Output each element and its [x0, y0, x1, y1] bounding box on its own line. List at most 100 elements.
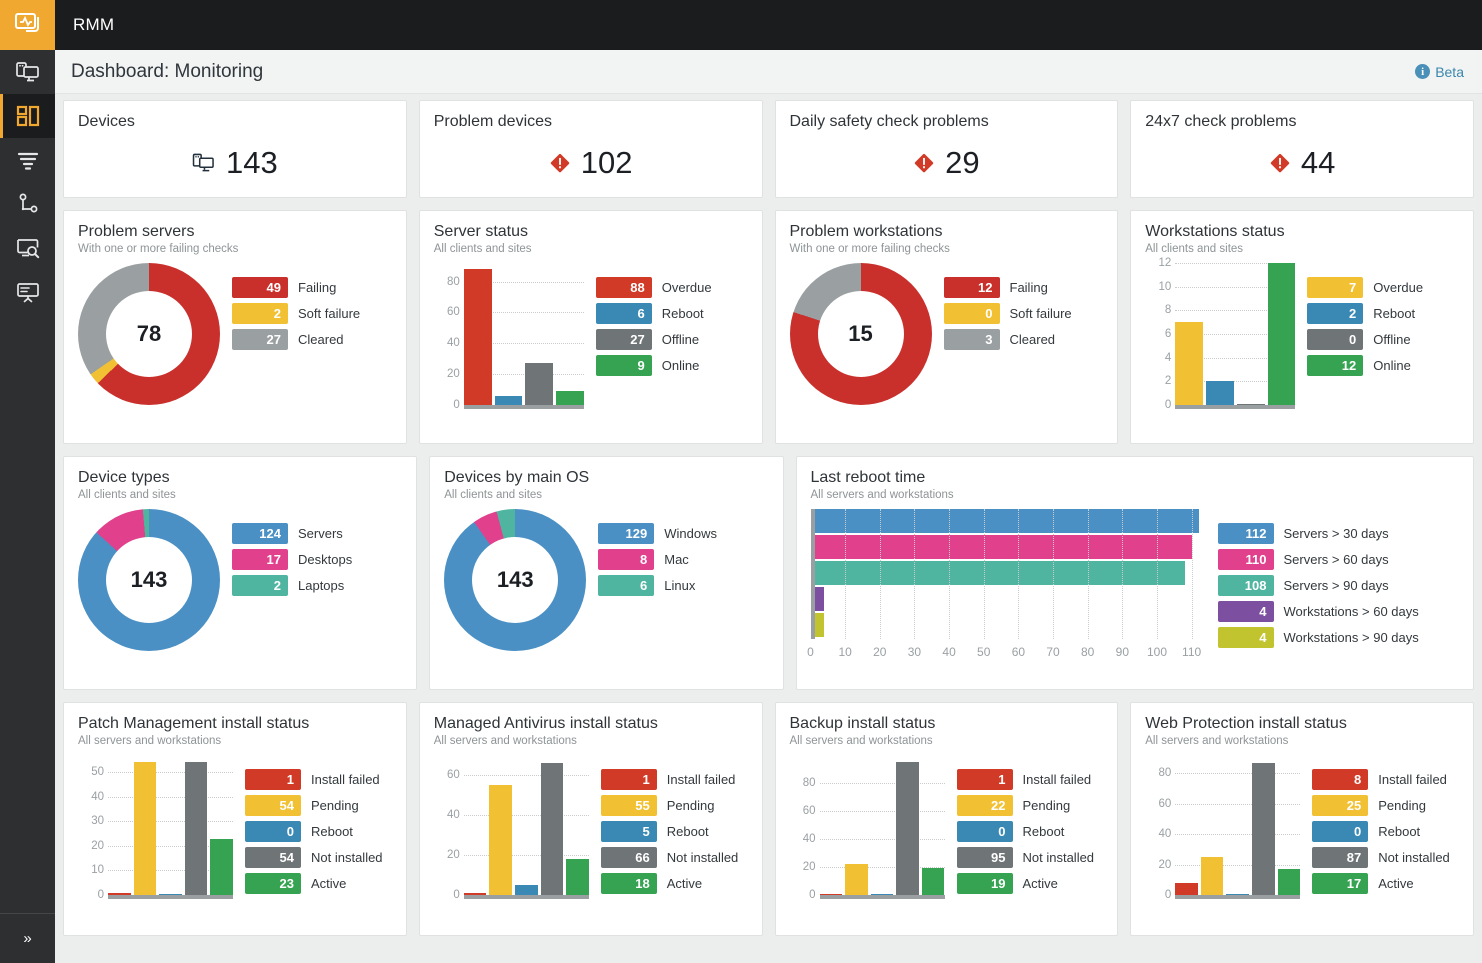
- legend-item[interactable]: 87 Not installed: [1312, 847, 1450, 868]
- legend-item[interactable]: 6 Reboot: [596, 303, 712, 324]
- bar[interactable]: [922, 868, 945, 895]
- donut-chart[interactable]: 78: [78, 263, 220, 405]
- legend-label: Failing: [1010, 280, 1048, 295]
- legend-value: 95: [957, 847, 1013, 868]
- legend-item[interactable]: 23 Active: [245, 873, 383, 894]
- legend-item[interactable]: 17 Desktops: [232, 549, 352, 570]
- sidebar-item-filters[interactable]: [0, 138, 55, 182]
- legend-item[interactable]: 25 Pending: [1312, 795, 1450, 816]
- bar[interactable]: [556, 391, 584, 405]
- bar[interactable]: [134, 762, 157, 895]
- legend-item[interactable]: 9 Online: [596, 355, 712, 376]
- donut-chart[interactable]: 15: [790, 263, 932, 405]
- bar[interactable]: [566, 859, 589, 895]
- legend-item[interactable]: 0 Offline: [1307, 329, 1423, 350]
- legend-item[interactable]: 129 Windows: [598, 523, 717, 544]
- legend-item[interactable]: 12 Failing: [944, 277, 1072, 298]
- legend-item[interactable]: 0 Reboot: [957, 821, 1095, 842]
- legend-item[interactable]: 8 Install failed: [1312, 769, 1450, 790]
- legend-item[interactable]: 66 Not installed: [601, 847, 739, 868]
- monitor-pulse-icon: [15, 13, 41, 37]
- sidebar-item-reports[interactable]: [0, 270, 55, 314]
- donut-chart[interactable]: 143: [444, 509, 586, 651]
- bar[interactable]: [1206, 381, 1234, 405]
- legend-item[interactable]: 49 Failing: [232, 277, 360, 298]
- legend-item[interactable]: 27 Cleared: [232, 329, 360, 350]
- legend-item[interactable]: 2 Laptops: [232, 575, 352, 596]
- bar[interactable]: [845, 864, 868, 895]
- bar[interactable]: [210, 839, 233, 895]
- legend-item[interactable]: 55 Pending: [601, 795, 739, 816]
- legend-item[interactable]: 3 Cleared: [944, 329, 1072, 350]
- bar[interactable]: [489, 785, 512, 895]
- bar-row[interactable]: [811, 509, 1206, 533]
- legend-item[interactable]: 17 Active: [1312, 873, 1450, 894]
- legend-item[interactable]: 5 Reboot: [601, 821, 739, 842]
- bar[interactable]: [464, 269, 492, 405]
- legend-item[interactable]: 1 Install failed: [957, 769, 1095, 790]
- legend-label: Online: [662, 358, 700, 373]
- legend-item[interactable]: 4 Workstations > 60 days: [1218, 601, 1419, 622]
- legend-item[interactable]: 6 Linux: [598, 575, 717, 596]
- bar[interactable]: [515, 885, 538, 895]
- donut-chart[interactable]: 143: [78, 509, 220, 651]
- bar-row[interactable]: [811, 561, 1206, 585]
- legend-value: 4: [1218, 601, 1274, 622]
- legend-item[interactable]: 19 Active: [957, 873, 1095, 894]
- chart-subtitle: With one or more failing checks: [78, 243, 392, 255]
- legend-item[interactable]: 108 Servers > 90 days: [1218, 575, 1419, 596]
- legend-item[interactable]: 54 Not installed: [245, 847, 383, 868]
- legend-item[interactable]: 0 Reboot: [1312, 821, 1450, 842]
- bar-row[interactable]: [811, 587, 1206, 611]
- legend-item[interactable]: 18 Active: [601, 873, 739, 894]
- kpi-card[interactable]: Problem devices 102: [419, 100, 763, 198]
- sidebar-item-search-monitor[interactable]: [0, 226, 55, 270]
- bar[interactable]: [185, 762, 208, 895]
- legend-item[interactable]: 95 Not installed: [957, 847, 1095, 868]
- sidebar-item-topology[interactable]: [0, 182, 55, 226]
- legend-item[interactable]: 4 Workstations > 90 days: [1218, 627, 1419, 648]
- bar[interactable]: [1201, 857, 1224, 895]
- bar[interactable]: [1252, 763, 1275, 895]
- beta-badge[interactable]: i Beta: [1415, 64, 1464, 80]
- legend-item[interactable]: 7 Overdue: [1307, 277, 1423, 298]
- legend-value: 18: [601, 873, 657, 894]
- legend-item[interactable]: 88 Overdue: [596, 277, 712, 298]
- legend-item[interactable]: 2 Soft failure: [232, 303, 360, 324]
- kpi-card[interactable]: 24x7 check problems 44: [1130, 100, 1474, 198]
- legend-item[interactable]: 0 Soft failure: [944, 303, 1072, 324]
- bar-row[interactable]: [811, 535, 1206, 559]
- legend-item[interactable]: 110 Servers > 60 days: [1218, 549, 1419, 570]
- legend-item[interactable]: 1 Install failed: [601, 769, 739, 790]
- legend-item[interactable]: 22 Pending: [957, 795, 1095, 816]
- legend-item[interactable]: 112 Servers > 30 days: [1218, 523, 1419, 544]
- bar[interactable]: [896, 762, 919, 895]
- legend-item[interactable]: 2 Reboot: [1307, 303, 1423, 324]
- bar[interactable]: [525, 363, 553, 405]
- legend-item[interactable]: 0 Reboot: [245, 821, 383, 842]
- sidebar-expand-button[interactable]: »: [0, 913, 55, 963]
- sidebar-item-devices[interactable]: [0, 50, 55, 94]
- legend-item[interactable]: 27 Offline: [596, 329, 712, 350]
- legend-item[interactable]: 124 Servers: [232, 523, 352, 544]
- bar[interactable]: [541, 763, 564, 895]
- chart-legend: 1 Install failed 55 Pending 5 Reboot 66 …: [601, 755, 739, 899]
- legend-item[interactable]: 1 Install failed: [245, 769, 383, 790]
- bar[interactable]: [1278, 869, 1301, 895]
- bar[interactable]: [1268, 263, 1296, 405]
- bar[interactable]: [1175, 322, 1203, 405]
- kpi-card[interactable]: Daily safety check problems 29: [775, 100, 1119, 198]
- chart-legend: 12 Failing 0 Soft failure 3 Cleared: [944, 263, 1072, 355]
- chart-legend: 49 Failing 2 Soft failure 27 Cleared: [232, 263, 360, 355]
- sidebar-item-dashboard[interactable]: [0, 94, 55, 138]
- app-logo[interactable]: [0, 0, 55, 50]
- bar-row[interactable]: [811, 613, 1206, 637]
- kpi-card[interactable]: Devices 143: [63, 100, 407, 198]
- legend-item[interactable]: 8 Mac: [598, 549, 717, 570]
- chart-body: 024681012 7 Overdue 2 Reboot 0 Offline 1…: [1145, 263, 1459, 433]
- legend-item[interactable]: 12 Online: [1307, 355, 1423, 376]
- bar[interactable]: [1175, 883, 1198, 895]
- legend-item[interactable]: 54 Pending: [245, 795, 383, 816]
- kpi-title: Devices: [78, 113, 392, 131]
- bar[interactable]: [495, 396, 523, 405]
